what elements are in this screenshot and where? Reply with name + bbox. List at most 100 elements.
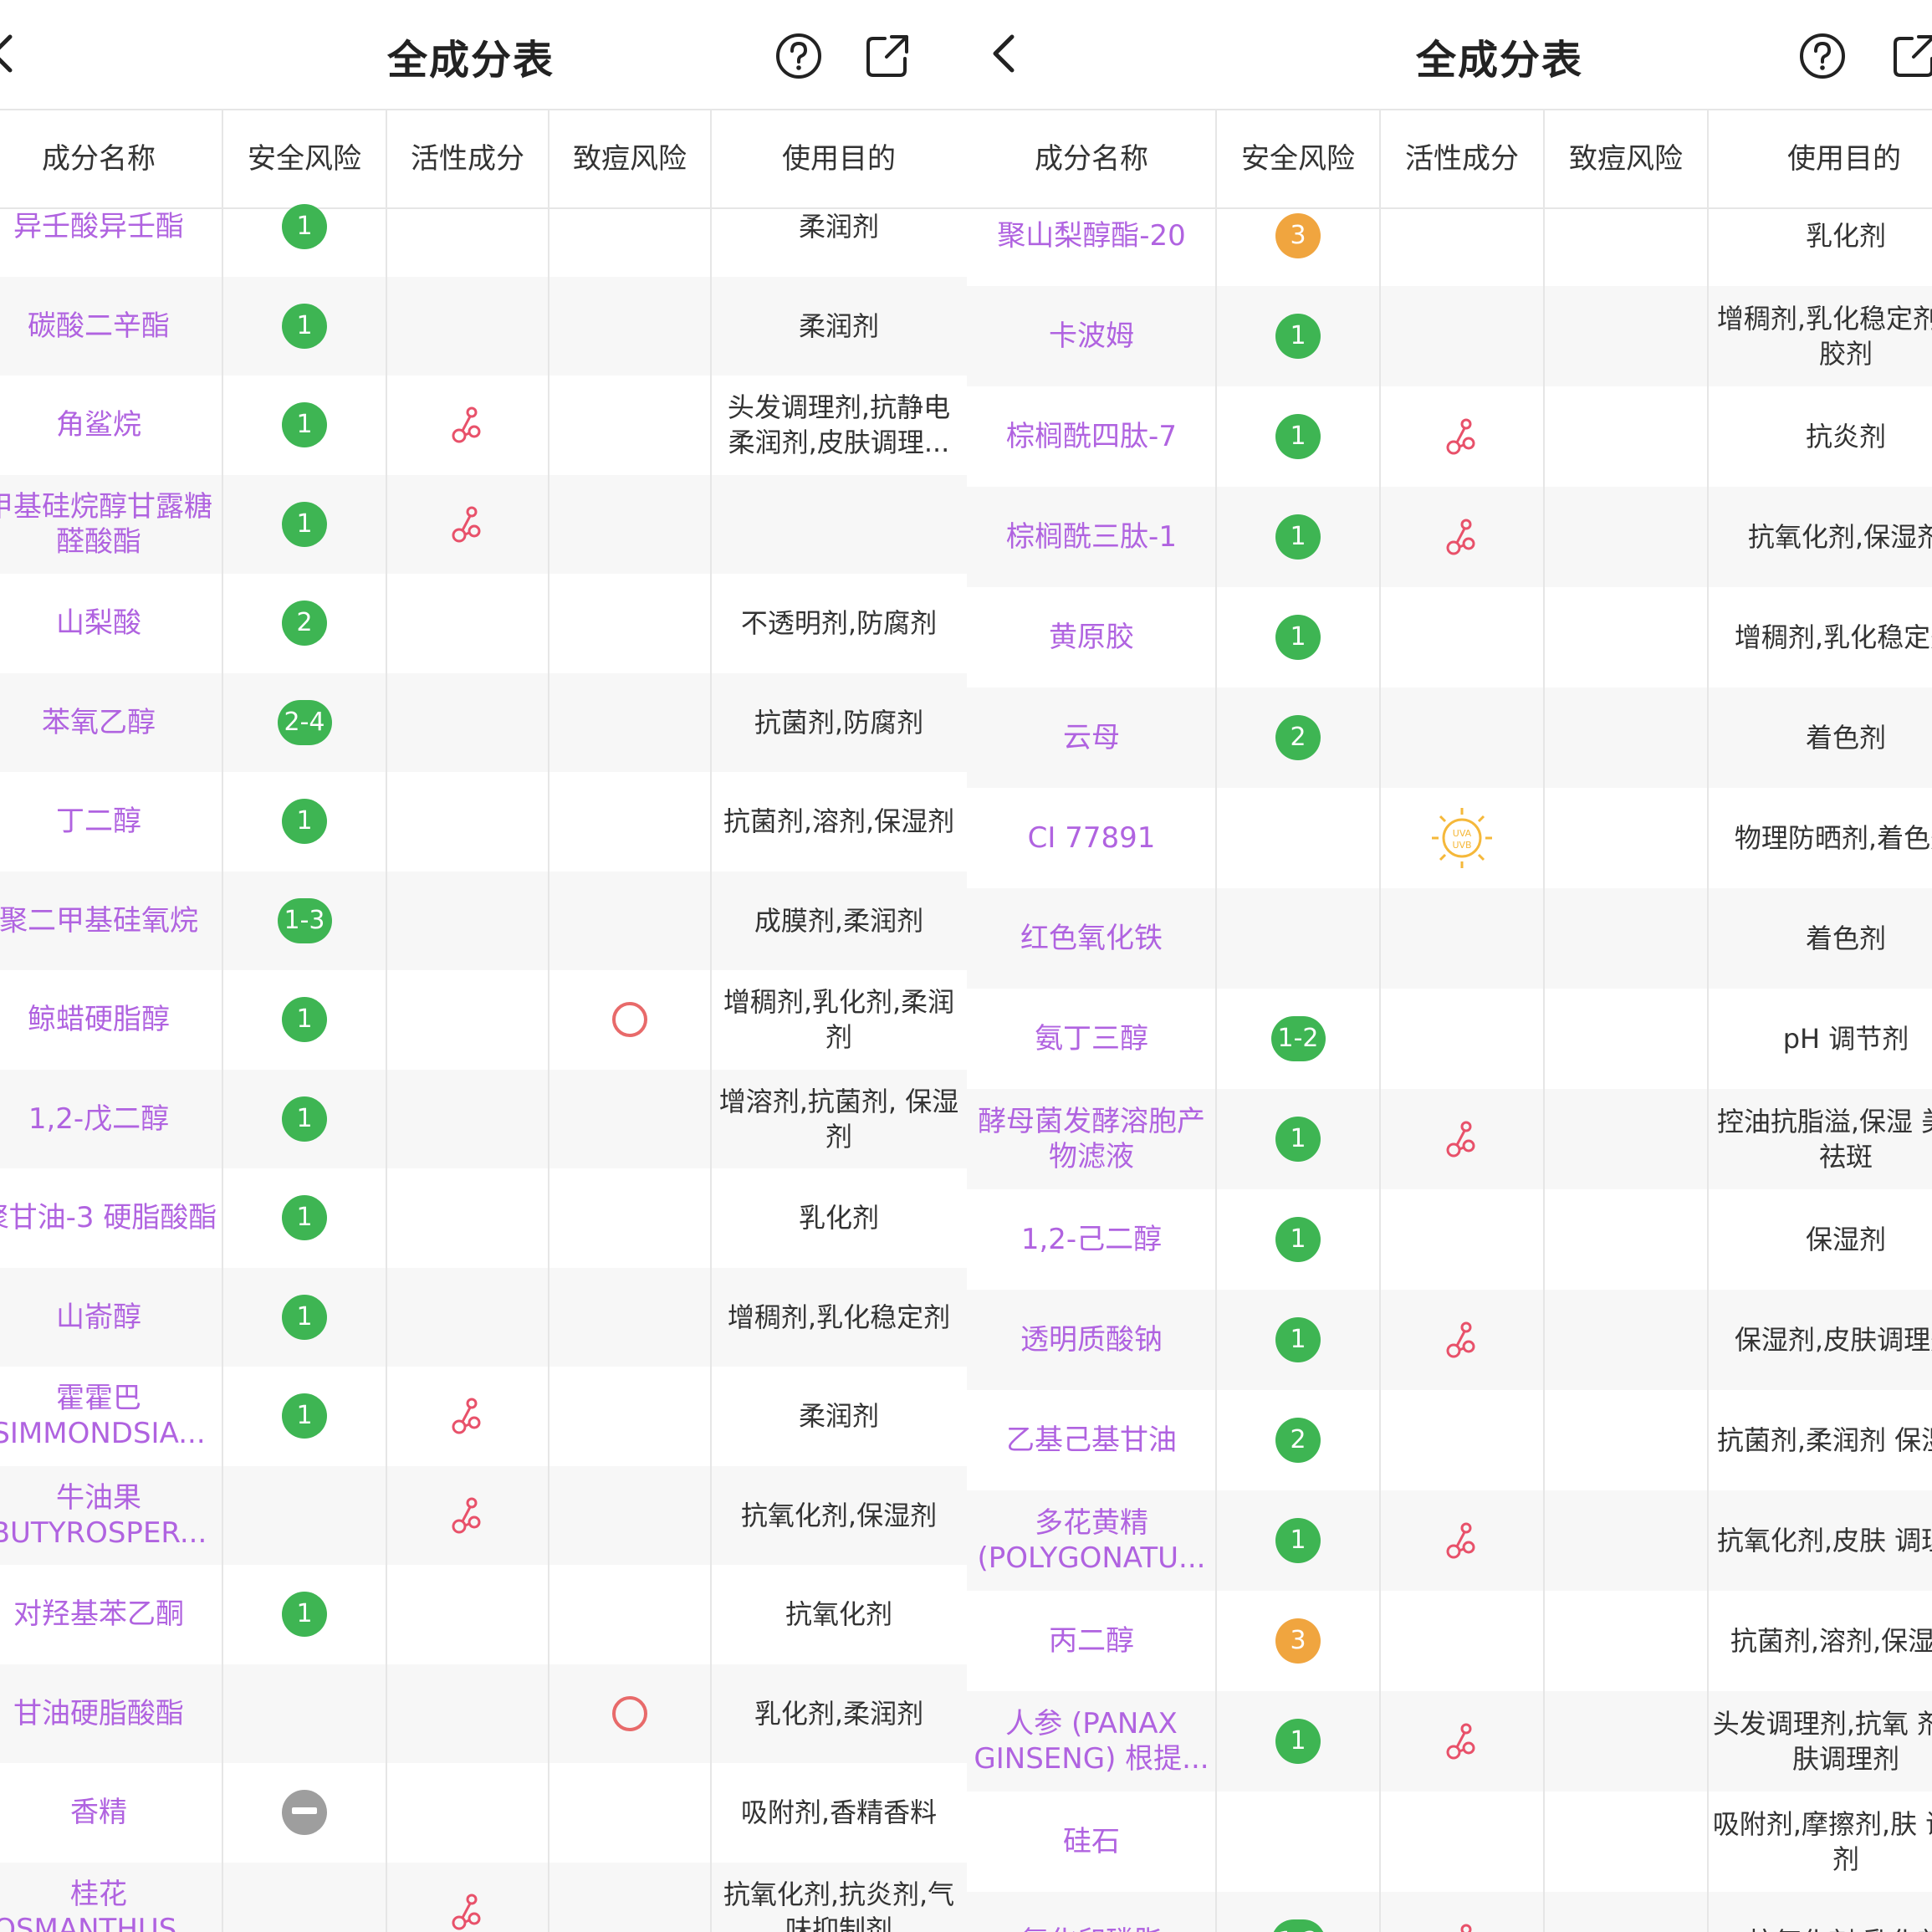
- help-button[interactable]: [774, 32, 823, 80]
- ingredient-name-link[interactable]: 多花黄精 (POLYGONATU...: [967, 1490, 1216, 1591]
- ingredient-name-link[interactable]: 1,2-戊二醇: [0, 1070, 222, 1169]
- table-row[interactable]: 1,2-戊二醇 1 增溶剂,抗菌剂, 保湿剂: [0, 1069, 967, 1169]
- table-row[interactable]: 多花黄精 (POLYGONATU... 1 抗氧化剂,皮肤 调理剂: [967, 1490, 1932, 1591]
- table-row[interactable]: 聚甘油-3 硬脂酸酯 1 乳化剂: [0, 1168, 967, 1268]
- ingredient-name-link[interactable]: 氨丁三醇: [967, 989, 1216, 1089]
- table-row[interactable]: 聚二甲基硅氧烷 1-3 成膜剂,柔润剂: [0, 871, 967, 971]
- ingredient-name-link[interactable]: 山梨酸: [0, 574, 222, 673]
- active-ingredient-cell: [1380, 888, 1544, 989]
- table-row[interactable]: 氢化卵磷脂 1-2 抗氧化剂,乳化剂: [967, 1892, 1932, 1932]
- table-row[interactable]: 酵母菌发酵溶胞产物滤液 1 控油抗脂溢,保湿 美白祛斑: [967, 1089, 1932, 1189]
- ingredient-name-link[interactable]: 聚二甲基硅氧烷: [0, 871, 222, 971]
- ingredient-name-link[interactable]: 丙二醇: [967, 1591, 1216, 1691]
- table-row[interactable]: 角鲨烷 1 头发调理剂,抗静电 柔润剂,皮肤调理...: [0, 376, 967, 475]
- ingredient-name-link[interactable]: 棕榈酰三肽-1: [967, 487, 1216, 587]
- usage-purpose: 乳化剂,柔润剂: [754, 1697, 924, 1730]
- acne-risk-cell: [549, 772, 711, 871]
- table-row[interactable]: 丁二醇 1 抗菌剂,溶剂,保湿剂: [0, 772, 967, 871]
- ingredient-name-link[interactable]: 云母: [967, 687, 1216, 788]
- table-row[interactable]: 乙基己基甘油 2 抗菌剂,柔润剂 保湿剂: [967, 1390, 1932, 1490]
- table-row[interactable]: 山嵛醇 1 增稠剂,乳化稳定剂: [0, 1267, 967, 1367]
- ingredient-name-link[interactable]: 鲸蜡硬脂醇: [0, 970, 222, 1070]
- ingredient-name-link[interactable]: 牛油果 BUTYROSPER...: [0, 1466, 222, 1566]
- table-row[interactable]: 鲸蜡硬脂醇 1 增稠剂,乳化剂,柔润剂: [0, 970, 967, 1070]
- ingredient-name-link[interactable]: 乙基己基甘油: [967, 1390, 1216, 1490]
- table-row[interactable]: 甲基硅烷醇甘露糖醛酸酯 1: [0, 474, 967, 575]
- table-row[interactable]: 霍霍巴 SIMMONDSIA... 1 柔润剂: [0, 1367, 967, 1466]
- ingredient-name-link[interactable]: 红色氧化铁: [967, 888, 1216, 989]
- top-bar: 全成分表: [967, 0, 1932, 107]
- table-row[interactable]: 人参 (PANAX GINSENG) 根提... 1 头发调理剂,抗氧 剂,皮肤调理…: [967, 1691, 1932, 1791]
- ingredient-name-link[interactable]: 苯氧乙醇: [0, 673, 222, 773]
- table-row[interactable]: 透明质酸钠 1 保湿剂,皮肤调理剂: [967, 1290, 1932, 1390]
- ingredient-name-link[interactable]: 甲基硅烷醇甘露糖醛酸酯: [0, 475, 222, 575]
- ingredient-name-link[interactable]: 棕榈酰四肽-7: [967, 386, 1216, 487]
- usage-purpose: 保湿剂,皮肤调理剂: [1734, 1324, 1932, 1356]
- ingredient-name-link[interactable]: 卡波姆: [967, 286, 1216, 386]
- table-row[interactable]: 聚山梨醇酯-20 3 乳化剂: [967, 186, 1932, 286]
- table-row[interactable]: 丙二醇 3 抗菌剂,溶剂,保湿剂: [967, 1591, 1932, 1691]
- active-ingredient-cell: [1380, 1390, 1544, 1490]
- active-ingredient-cell: [1380, 1089, 1544, 1189]
- share-button[interactable]: [1890, 32, 1932, 80]
- acne-risk-cell: [1544, 487, 1708, 587]
- active-ingredient-cell: [1380, 386, 1544, 487]
- table-row[interactable]: 云母 2 着色剂: [967, 687, 1932, 788]
- table-row[interactable]: 碳酸二辛酯 1 柔润剂: [0, 276, 967, 376]
- active-ingredient-cell: [386, 970, 549, 1070]
- active-ingredient-cell: [386, 1367, 549, 1466]
- ingredient-name-link[interactable]: 香精: [0, 1763, 222, 1863]
- active-ingredient-cell: [1380, 1791, 1544, 1892]
- acne-risk-cell: [1544, 1089, 1708, 1189]
- svg-text:UVA: UVA: [1453, 828, 1472, 839]
- acne-risk-cell: [1544, 1490, 1708, 1591]
- safety-risk-badge: 1: [282, 1294, 327, 1340]
- safety-risk-cell: [222, 1863, 386, 1932]
- ingredient-name-link[interactable]: 黄原胶: [967, 587, 1216, 687]
- table-row[interactable]: 异壬酸异壬酯 1 柔润剂: [0, 177, 967, 277]
- safety-risk-badge: 1: [1275, 414, 1321, 459]
- ingredient-name-link[interactable]: 丁二醇: [0, 772, 222, 871]
- ingredient-name-link[interactable]: 聚甘油-3 硬脂酸酯: [0, 1168, 222, 1268]
- table-row[interactable]: 黄原胶 1 增稠剂,乳化稳定剂: [967, 587, 1932, 687]
- acne-risk-cell: [549, 673, 711, 773]
- safety-risk-badge: 1: [282, 799, 327, 845]
- table-row[interactable]: 苯氧乙醇 2-4 抗菌剂,防腐剂: [0, 672, 967, 773]
- ingredient-name-link[interactable]: 异壬酸异壬酯: [0, 177, 222, 277]
- ingredient-name-link[interactable]: CI 77891: [967, 788, 1216, 888]
- ingredient-name-link[interactable]: 1,2-己二醇: [967, 1189, 1216, 1290]
- table-row[interactable]: 氨丁三醇 1-2 pH 调节剂: [967, 989, 1932, 1089]
- ingredient-name-link[interactable]: 对羟基苯乙酮: [0, 1565, 222, 1664]
- table-row[interactable]: 1,2-己二醇 1 保湿剂: [967, 1189, 1932, 1290]
- table-row[interactable]: 红色氧化铁 着色剂: [967, 888, 1932, 989]
- ingredient-name-link[interactable]: 霍霍巴 SIMMONDSIA...: [0, 1367, 222, 1466]
- table-row[interactable]: 牛油果 BUTYROSPER... 抗氧化剂,保湿剂: [0, 1465, 967, 1566]
- ingredient-name-link[interactable]: 人参 (PANAX GINSENG) 根提...: [967, 1691, 1216, 1791]
- table-row[interactable]: 卡波姆 1 增稠剂,乳化稳定剂 凝胶剂: [967, 286, 1932, 386]
- table-row[interactable]: 桂花 OSMANTHUS... 抗氧化剂,抗炎剂,气味抑制剂: [0, 1862, 967, 1932]
- safety-risk-badge: 1: [1275, 314, 1321, 359]
- table-row[interactable]: 棕榈酰三肽-1 1 抗氧化剂,保湿剂: [967, 487, 1932, 587]
- ingredient-name-link[interactable]: 碳酸二辛酯: [0, 277, 222, 376]
- table-row[interactable]: 甘油硬脂酸酯 乳化剂,柔润剂: [0, 1664, 967, 1764]
- ingredient-name-link[interactable]: 桂花 OSMANTHUS...: [0, 1863, 222, 1932]
- table-row[interactable]: 山梨酸 2 不透明剂,防腐剂: [0, 574, 967, 673]
- ingredient-name-link[interactable]: 透明质酸钠: [967, 1290, 1216, 1390]
- acne-risk-cell: [549, 1070, 711, 1169]
- share-button[interactable]: [863, 32, 912, 80]
- ingredient-name-link[interactable]: 山嵛醇: [0, 1268, 222, 1367]
- ingredient-name-link[interactable]: 酵母菌发酵溶胞产物滤液: [967, 1089, 1216, 1189]
- ingredient-name-link[interactable]: 甘油硬脂酸酯: [0, 1664, 222, 1764]
- help-button[interactable]: [1798, 32, 1847, 80]
- ingredient-name-link[interactable]: 硅石: [967, 1791, 1216, 1892]
- active-ingredient-cell: [386, 1466, 549, 1566]
- usage-purpose: 抗氧化剂,皮肤 调理剂: [1716, 1525, 1932, 1556]
- table-row[interactable]: CI 77891 UVAUVB 物理防晒剂,着色剂: [967, 788, 1932, 888]
- ingredient-name-link[interactable]: 聚山梨醇酯-20: [967, 186, 1216, 286]
- table-row[interactable]: 香精 吸附剂,香精香料: [0, 1763, 967, 1863]
- table-row[interactable]: 对羟基苯乙酮 1 抗氧化剂: [0, 1565, 967, 1664]
- ingredient-name-link[interactable]: 氢化卵磷脂: [967, 1892, 1216, 1932]
- table-row[interactable]: 棕榈酰四肽-7 1 抗炎剂: [967, 386, 1932, 487]
- table-row[interactable]: 硅石 吸附剂,摩擦剂,肤 调节剂: [967, 1791, 1932, 1892]
- ingredient-name-link[interactable]: 角鲨烷: [0, 376, 222, 475]
